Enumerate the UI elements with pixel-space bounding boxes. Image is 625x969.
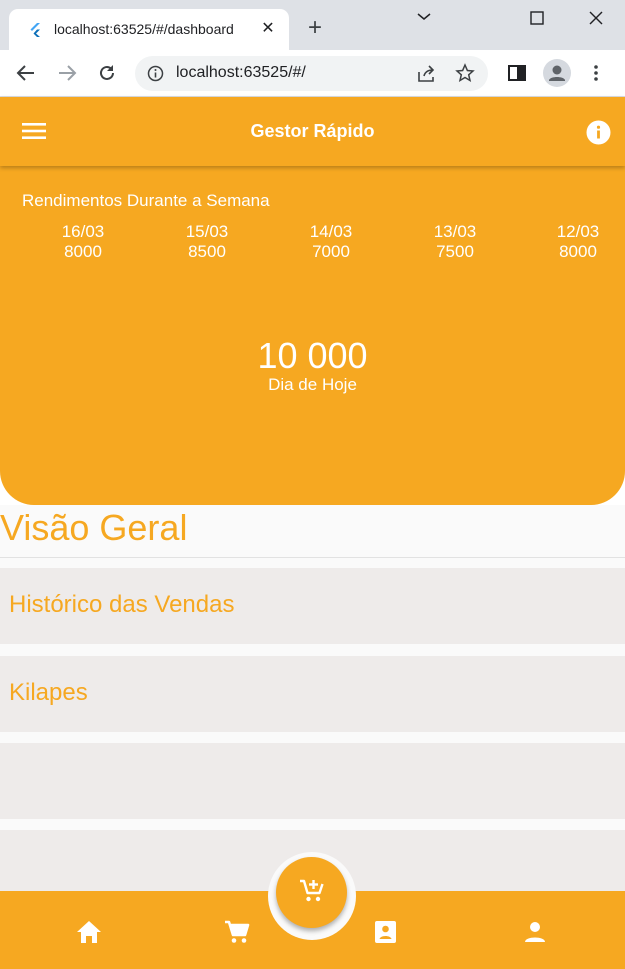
contact-book-icon[interactable]	[371, 918, 399, 946]
side-panel-icon[interactable]	[506, 62, 528, 84]
today-value: 10 000	[257, 335, 368, 376]
browser-toolbar: localhost:63525/#/	[0, 50, 625, 97]
weekly-heading: Rendimentos Durante a Semana	[22, 191, 270, 210]
new-tab-icon[interactable]: +	[303, 16, 327, 40]
back-icon[interactable]	[15, 62, 37, 84]
day-item: 16/03 8000	[43, 222, 123, 262]
day-value: 8000	[64, 242, 102, 261]
day-date: 14/03	[309, 222, 353, 241]
add-to-cart-button[interactable]	[276, 857, 347, 928]
profile-icon	[549, 65, 565, 81]
add-cart-icon	[300, 879, 324, 902]
app-title: Gestor Rápido	[250, 121, 375, 141]
browser-tab-strip: localhost:63525/#/dashboard ✕ +	[0, 0, 625, 50]
day-date: 12/03	[556, 222, 600, 241]
day-item: 12/03 8000	[538, 222, 618, 262]
overview-title: Visão Geral	[0, 507, 188, 548]
home-icon[interactable]	[75, 918, 103, 946]
site-info-icon[interactable]	[147, 65, 164, 82]
bookmark-star-icon[interactable]	[455, 63, 475, 83]
cart-icon[interactable]	[223, 918, 251, 946]
close-window-icon[interactable]	[584, 6, 608, 30]
card-sales-history[interactable]: Histórico das Vendas	[0, 568, 625, 644]
day-date: 13/03	[433, 222, 477, 241]
close-tab-icon[interactable]: ✕	[260, 20, 276, 38]
day-date: 16/03	[61, 222, 105, 241]
forward-icon[interactable]	[56, 62, 78, 84]
overview-section: Visão Geral Histórico das Vendas Kilapes	[0, 505, 625, 891]
tab-search-icon[interactable]	[412, 6, 436, 30]
tab-title: localhost:63525/#/dashboard	[54, 21, 254, 37]
app-bar: Gestor Rápido	[0, 97, 625, 166]
day-item: 13/03 7500	[415, 222, 495, 262]
day-item: 14/03 7000	[291, 222, 371, 262]
card-kilapes[interactable]: Kilapes	[0, 656, 625, 732]
maximize-icon[interactable]	[525, 6, 549, 30]
person-icon[interactable]	[521, 918, 549, 946]
day-item: 15/03 8500	[167, 222, 247, 262]
reload-icon[interactable]	[96, 62, 118, 84]
more-menu-icon[interactable]	[585, 62, 607, 84]
day-value: 7000	[312, 242, 350, 261]
share-icon[interactable]	[416, 64, 436, 84]
day-date: 15/03	[185, 222, 229, 241]
profile-avatar[interactable]	[543, 59, 571, 87]
card-label: Kilapes	[9, 679, 88, 706]
url-text: localhost:63525/#/	[176, 64, 306, 81]
browser-tab[interactable]: localhost:63525/#/dashboard ✕	[9, 9, 289, 50]
day-value: 7500	[436, 242, 474, 261]
card-label: Histórico das Vendas	[9, 591, 235, 618]
address-bar[interactable]: localhost:63525/#/	[135, 56, 488, 91]
info-icon[interactable]	[586, 120, 611, 145]
day-value: 8000	[559, 242, 597, 261]
day-value: 8500	[188, 242, 226, 261]
divider	[0, 557, 625, 558]
flutter-icon	[30, 23, 40, 37]
summary-panel: Rendimentos Durante a Semana 16/03 8000 …	[0, 166, 625, 505]
card-empty[interactable]	[0, 743, 625, 819]
today-caption: Dia de Hoje	[268, 375, 357, 394]
